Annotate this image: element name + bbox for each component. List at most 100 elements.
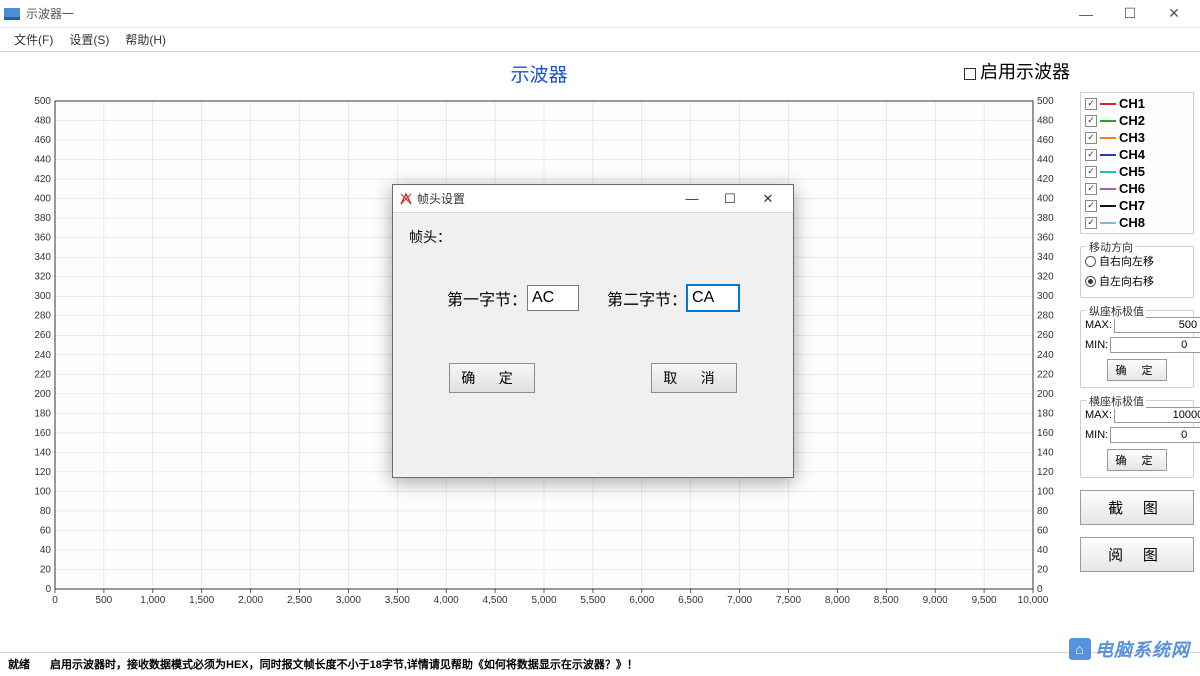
svg-text:1,000: 1,000 (140, 595, 165, 606)
svg-text:440: 440 (34, 155, 51, 166)
legend-label: CH4 (1119, 147, 1145, 162)
svg-text:100: 100 (1037, 486, 1054, 497)
legend-item-ch8[interactable]: ✓CH8 (1085, 214, 1189, 231)
svg-text:400: 400 (1037, 194, 1054, 205)
screenshot-button[interactable]: 截 图 (1080, 490, 1194, 525)
maximize-button[interactable]: ☐ (1108, 0, 1152, 28)
ylimits-confirm-button[interactable]: 确 定 (1107, 359, 1167, 381)
legend-checkbox[interactable]: ✓ (1085, 98, 1097, 110)
close-button[interactable]: ✕ (1152, 0, 1196, 28)
menu-settings[interactable]: 设置(S) (61, 29, 117, 50)
menu-file[interactable]: 文件(F) (6, 29, 61, 50)
svg-text:0: 0 (45, 584, 51, 595)
svg-text:120: 120 (34, 467, 51, 478)
legend-item-ch6[interactable]: ✓ CH6 (1085, 180, 1189, 197)
enable-oscilloscope[interactable]: 启用示波器 (964, 58, 1070, 84)
svg-text:180: 180 (1037, 408, 1054, 419)
direction-group: 移动方向 自右向左移 自左向右移 (1080, 246, 1194, 298)
window-controls: — ☐ ✕ (1064, 0, 1196, 28)
legend-checkbox[interactable]: ✓ (1085, 166, 1097, 178)
svg-text:9,500: 9,500 (972, 595, 997, 606)
ymin-input[interactable] (1110, 337, 1200, 353)
svg-text:360: 360 (1037, 233, 1054, 244)
legend-checkbox[interactable]: ✓ (1085, 183, 1097, 195)
legend-item-ch4[interactable]: ✓ CH4 (1085, 146, 1189, 163)
legend-checkbox[interactable]: ✓ (1085, 115, 1097, 127)
xmax-input[interactable] (1114, 407, 1200, 423)
direction-opt2[interactable]: 自左向右移 (1085, 271, 1189, 291)
svg-text:500: 500 (34, 96, 51, 107)
legend-color-swatch (1100, 120, 1116, 122)
svg-text:0: 0 (1037, 584, 1043, 595)
svg-text:420: 420 (34, 174, 51, 185)
dialog-close-button[interactable]: ✕ (749, 186, 787, 212)
svg-text:300: 300 (1037, 291, 1054, 302)
svg-text:320: 320 (1037, 272, 1054, 283)
svg-text:400: 400 (34, 194, 51, 205)
legend-checkbox[interactable]: ✓ (1085, 217, 1097, 229)
byte1-field: 第一字节： (447, 285, 579, 311)
legend-label: CH2 (1119, 113, 1145, 128)
legend-item-ch2[interactable]: ✓ CH2 (1085, 112, 1189, 129)
legend-item-ch1[interactable]: ✓CH1 (1085, 95, 1189, 112)
enable-checkbox[interactable] (964, 68, 976, 80)
legend-color-swatch (1100, 171, 1116, 173)
svg-text:80: 80 (1037, 506, 1049, 517)
svg-text:180: 180 (34, 408, 51, 419)
svg-text:260: 260 (1037, 330, 1054, 341)
legend-label: CH6 (1119, 181, 1145, 196)
byte1-label: 第一字节： (447, 286, 527, 310)
minimize-button[interactable]: — (1064, 0, 1108, 28)
read-button[interactable]: 阅 图 (1080, 537, 1194, 572)
svg-text:2,500: 2,500 (287, 595, 312, 606)
svg-text:500: 500 (96, 595, 113, 606)
svg-text:3,000: 3,000 (336, 595, 361, 606)
svg-text:8,500: 8,500 (874, 595, 899, 606)
app-icon (4, 6, 20, 22)
byte2-field: 第二字节： (607, 285, 739, 311)
svg-text:140: 140 (34, 447, 51, 458)
legend-checkbox[interactable]: ✓ (1085, 132, 1097, 144)
svg-text:8,000: 8,000 (825, 595, 850, 606)
xlimits-group: 横座标极值 MAX: MIN: 确 定 (1080, 400, 1194, 478)
svg-text:320: 320 (34, 272, 51, 283)
byte2-input[interactable] (687, 285, 739, 311)
svg-text:280: 280 (34, 311, 51, 322)
legend-item-ch7[interactable]: ✓CH7 (1085, 197, 1189, 214)
svg-text:220: 220 (1037, 369, 1054, 380)
svg-text:5,500: 5,500 (580, 595, 605, 606)
svg-text:420: 420 (1037, 174, 1054, 185)
byte1-input[interactable] (527, 285, 579, 311)
ymax-label: MAX: (1085, 319, 1112, 331)
direction-title: 移动方向 (1087, 239, 1135, 255)
frame-header-dialog: 帧头设置 — ☐ ✕ 帧头： 第一字节： 第二字节： 确 定 取 消 (392, 184, 794, 478)
svg-text:160: 160 (34, 428, 51, 439)
menu-help[interactable]: 帮助(H) (117, 29, 174, 50)
svg-text:60: 60 (40, 525, 52, 536)
svg-text:40: 40 (40, 545, 52, 556)
ymax-input[interactable] (1114, 317, 1200, 333)
svg-text:7,500: 7,500 (776, 595, 801, 606)
xlimits-confirm-button[interactable]: 确 定 (1107, 449, 1167, 471)
dialog-ok-button[interactable]: 确 定 (449, 363, 535, 393)
svg-text:60: 60 (1037, 525, 1049, 536)
svg-text:440: 440 (1037, 155, 1054, 166)
svg-text:7,000: 7,000 (727, 595, 752, 606)
svg-text:460: 460 (1037, 135, 1054, 146)
legend-item-ch3[interactable]: ✓ CH3 (1085, 129, 1189, 146)
dialog-maximize-button[interactable]: ☐ (711, 186, 749, 212)
legend-checkbox[interactable]: ✓ (1085, 200, 1097, 212)
svg-text:3,500: 3,500 (385, 595, 410, 606)
svg-text:0: 0 (52, 595, 58, 606)
legend-color-swatch (1100, 103, 1116, 105)
legend-color-swatch (1100, 205, 1116, 207)
legend-item-ch5[interactable]: ✓CH5 (1085, 163, 1189, 180)
ylimits-group: 纵座标极值 MAX: MIN: 确 定 (1080, 310, 1194, 388)
legend-checkbox[interactable]: ✓ (1085, 149, 1097, 161)
svg-text:10,000: 10,000 (1018, 595, 1049, 606)
legend-label: CH3 (1119, 130, 1145, 145)
enable-label: 启用示波器 (980, 62, 1070, 82)
xmin-input[interactable] (1110, 427, 1200, 443)
dialog-cancel-button[interactable]: 取 消 (651, 363, 737, 393)
dialog-minimize-button[interactable]: — (673, 186, 711, 212)
